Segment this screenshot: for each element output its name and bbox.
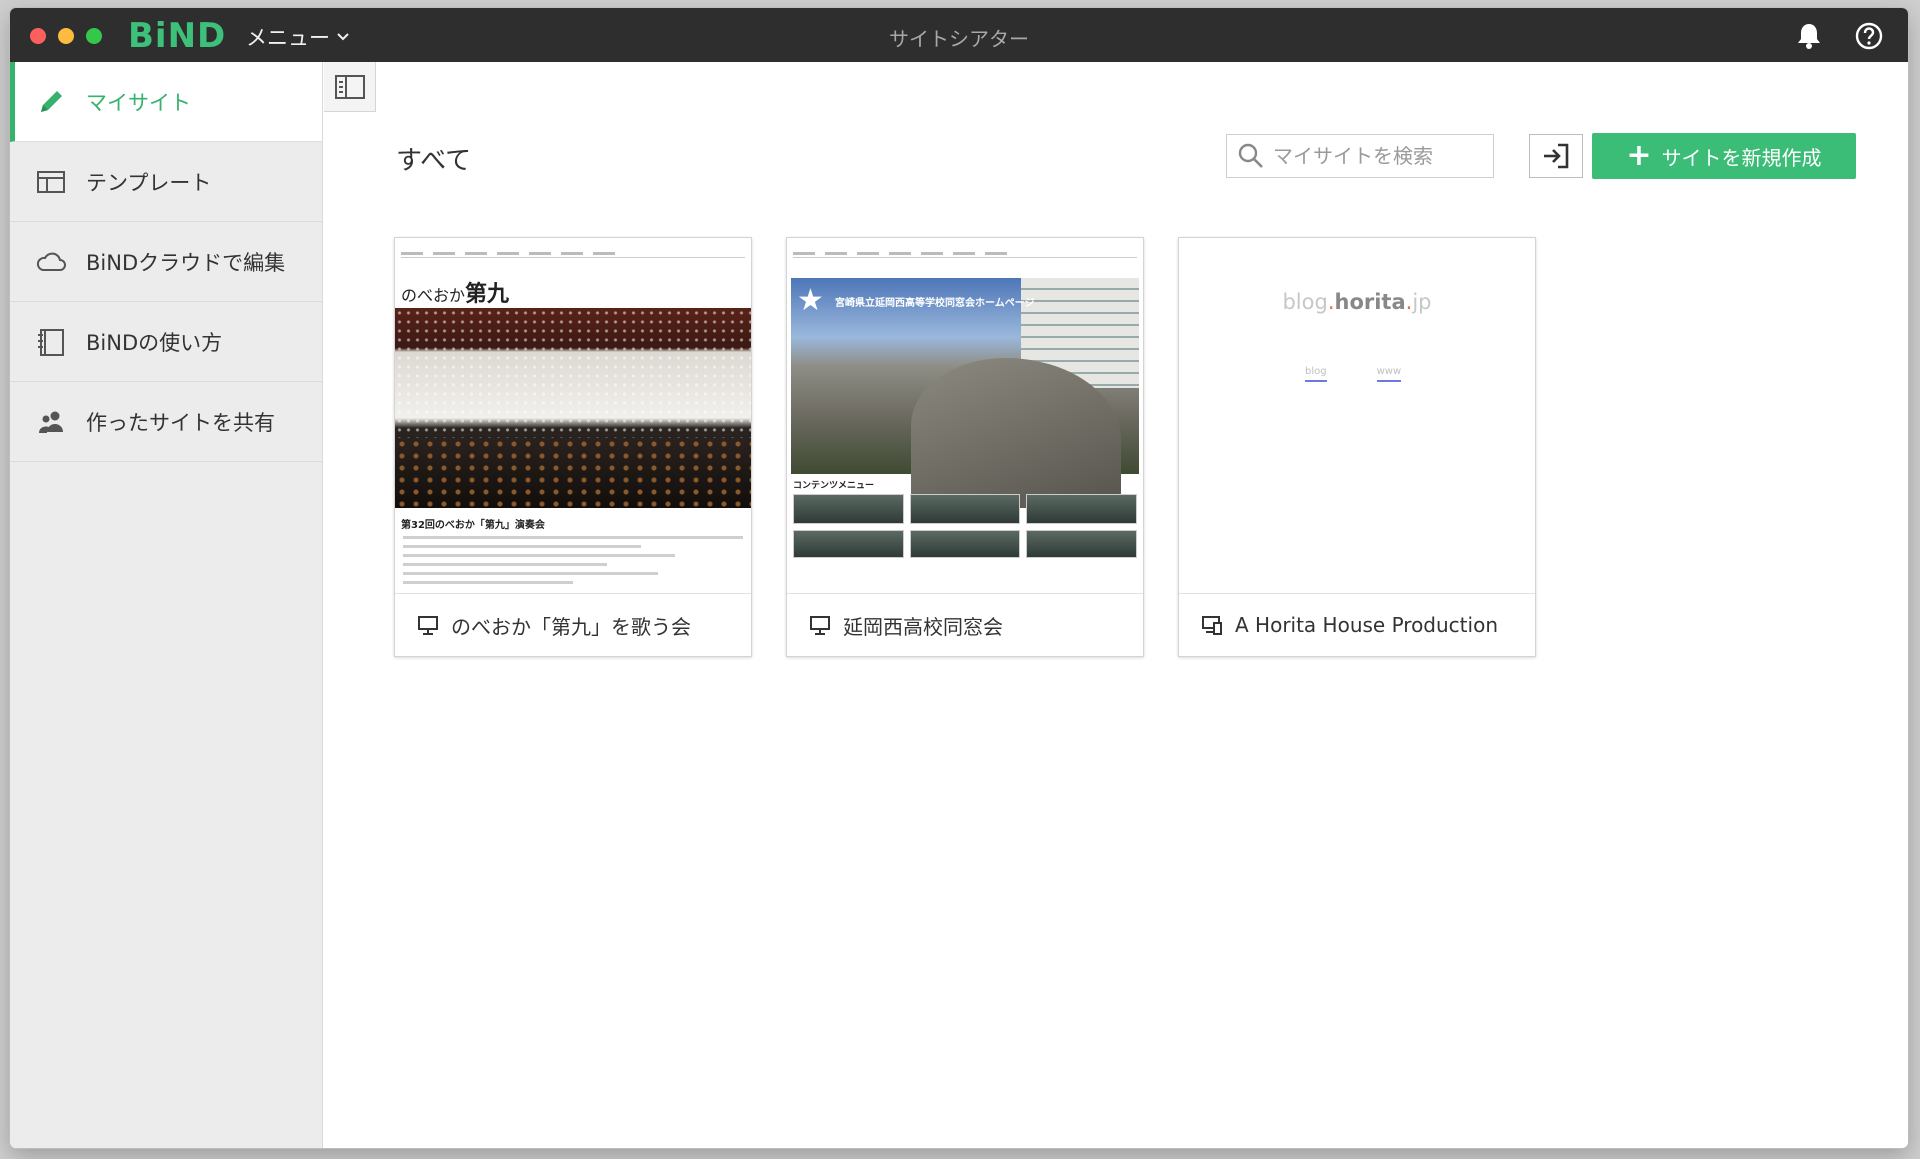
site-card-footer: 延岡西高校同窓会 <box>787 594 1143 656</box>
window-title: サイトシアター <box>889 27 1029 51</box>
sidebar-item-cloud-edit[interactable]: BiNDクラウドで編集 <box>10 222 322 302</box>
sidebar-item-my-sites[interactable]: マイサイト <box>10 62 322 142</box>
thumb-nav-bar <box>793 252 1137 258</box>
site-card-footer: のべおか「第九」を歌う会 <box>395 594 751 656</box>
thumb-menu-grid <box>793 494 1137 558</box>
cloud-icon <box>34 245 68 279</box>
create-site-button[interactable]: + サイトを新規作成 <box>1592 133 1856 179</box>
app-window: BiND メニュー サイトシアター マイサイト テンプレート BiNDクラウドで… <box>10 8 1908 1148</box>
main-content: すべて + サイトを新規作成 のべおか第九 <box>324 62 1908 1148</box>
monitor-icon <box>810 616 830 635</box>
import-site-button[interactable] <box>1529 134 1583 178</box>
site-thumbnail: のべおか第九 第32回のべおか「第九」演奏会 <box>395 238 751 594</box>
sidebar-panel-icon <box>334 74 365 99</box>
toggle-sidebar-button[interactable] <box>324 62 376 112</box>
section-title: すべて <box>396 146 472 176</box>
thumb-subheading: 第32回のべおか「第九」演奏会 <box>401 520 545 531</box>
title-bar: BiND メニュー サイトシアター <box>10 8 1908 62</box>
plus-icon: + <box>1626 138 1652 173</box>
site-thumbnail: ★ 宮崎県立延岡西高等学校同窓会ホームページ コンテンツメニュー <box>787 238 1143 594</box>
multi-device-icon <box>1202 616 1222 635</box>
thumb-menu-title: コンテンツメニュー <box>793 481 875 491</box>
monitor-icon <box>418 616 438 635</box>
thumb-nav-bar <box>401 252 745 258</box>
sidebar-item-how-to[interactable]: BiNDの使い方 <box>10 302 322 382</box>
sidebar-item-label: テンプレート <box>86 170 212 195</box>
site-name: のべおか「第九」を歌う会 <box>451 614 691 639</box>
site-card-footer: A Horita House Production <box>1179 594 1535 656</box>
bell-icon[interactable] <box>1794 21 1824 51</box>
site-name: 延岡西高校同窓会 <box>843 614 1003 639</box>
site-thumbnail: blog.horita.jp blog www <box>1179 238 1535 594</box>
create-site-label: サイトを新規作成 <box>1661 145 1822 170</box>
orchestra-photo <box>395 438 751 508</box>
pencil-icon <box>34 85 68 119</box>
search-box[interactable] <box>1226 134 1494 178</box>
site-list: のべおか第九 第32回のべおか「第九」演奏会 のべおか「第九」を歌う会 ★ 宮崎… <box>394 237 1536 657</box>
thumb-links: blog www <box>1305 366 1402 382</box>
search-input[interactable] <box>1273 144 1473 168</box>
users-icon <box>34 405 68 439</box>
sidebar: マイサイト テンプレート BiNDクラウドで編集 BiNDの使い方 作ったサイト… <box>10 62 323 1148</box>
site-name: A Horita House Production <box>1235 613 1498 637</box>
thumb-text-lines <box>403 536 743 590</box>
sidebar-item-label: BiNDクラウドで編集 <box>86 250 286 275</box>
thumb-logo: blog.horita.jp <box>1282 290 1432 314</box>
site-card[interactable]: のべおか第九 第32回のべおか「第九」演奏会 のべおか「第九」を歌う会 <box>394 237 752 657</box>
site-card[interactable]: ★ 宮崎県立延岡西高等学校同窓会ホームページ コンテンツメニュー 延岡西高校同窓… <box>786 237 1144 657</box>
school-photo: ★ 宮崎県立延岡西高等学校同窓会ホームページ <box>791 278 1139 508</box>
search-icon <box>1238 143 1263 168</box>
sidebar-item-templates[interactable]: テンプレート <box>10 142 322 222</box>
sidebar-item-share[interactable]: 作ったサイトを共有 <box>10 382 322 462</box>
school-emblem-icon: ★ <box>797 283 824 318</box>
sidebar-item-label: 作ったサイトを共有 <box>86 410 275 435</box>
sign-in-icon <box>1544 143 1569 169</box>
help-icon[interactable] <box>1854 21 1884 51</box>
thumb-heading: のべおか第九 <box>401 282 510 307</box>
thumb-title: 宮崎県立延岡西高等学校同窓会ホームページ <box>835 298 1035 309</box>
sidebar-item-label: マイサイト <box>86 90 191 115</box>
site-card[interactable]: blog.horita.jp blog www A Horita House P… <box>1178 237 1536 657</box>
template-icon <box>34 165 68 199</box>
sidebar-item-label: BiNDの使い方 <box>86 330 223 355</box>
notebook-icon <box>34 325 68 359</box>
